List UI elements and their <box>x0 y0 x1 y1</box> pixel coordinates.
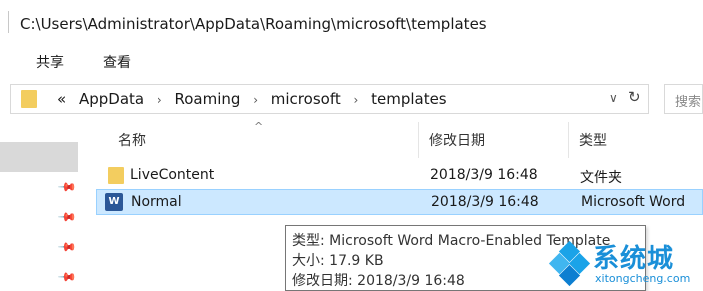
ribbon: 共享 查看 <box>0 44 703 78</box>
tab-view[interactable]: 查看 <box>103 52 131 72</box>
column-divider[interactable] <box>568 122 569 158</box>
breadcrumb-overflow[interactable]: « <box>57 90 66 108</box>
breadcrumb: « AppData › Roaming › microsoft › templa… <box>57 90 455 108</box>
search-input[interactable]: 搜索 <box>664 84 703 114</box>
chevron-right-icon[interactable]: › <box>354 93 359 107</box>
nav-selected-item[interactable] <box>0 142 78 172</box>
breadcrumb-roaming[interactable]: Roaming <box>174 90 240 108</box>
tooltip-size: 大小: 17.9 KB <box>292 253 384 269</box>
title-divider <box>8 11 9 33</box>
search-placeholder: 搜索 <box>675 95 702 110</box>
column-date[interactable]: 修改日期 <box>429 130 485 150</box>
address-bar[interactable]: « AppData › Roaming › microsoft › templa… <box>10 84 649 114</box>
tab-share[interactable]: 共享 <box>36 52 64 72</box>
chevron-right-icon[interactable]: › <box>253 93 258 107</box>
tooltip-date: 修改日期: 2018/3/9 16:48 <box>292 273 465 289</box>
file-type: Microsoft Word <box>581 194 686 210</box>
column-name[interactable]: 名称 <box>118 130 146 150</box>
breadcrumb-templates[interactable]: templates <box>371 90 447 108</box>
chevron-right-icon[interactable]: › <box>157 93 162 107</box>
column-header: ^ 名称 修改日期 类型 <box>90 120 703 158</box>
breadcrumb-appdata[interactable]: AppData <box>79 90 144 108</box>
pin-icon[interactable]: 📌 <box>57 207 77 227</box>
refresh-icon[interactable]: ↻ <box>628 88 641 106</box>
folder-icon <box>108 167 124 184</box>
watermark-logo: 系统城 xitongcheng.com <box>548 232 703 291</box>
file-row-normal[interactable]: W Normal 2018/3/9 16:48 Microsoft Word <box>96 189 703 215</box>
pin-icon[interactable]: 📌 <box>57 177 77 197</box>
pin-icon[interactable]: 📌 <box>57 267 77 287</box>
file-row-livecontent[interactable]: LiveContent 2018/3/9 16:48 文件夹 <box>96 163 703 189</box>
file-name: LiveContent <box>130 167 215 183</box>
file-name: Normal <box>131 194 182 210</box>
column-type[interactable]: 类型 <box>579 130 607 150</box>
chevron-down-icon[interactable]: ∨ <box>609 91 618 105</box>
title-bar: C:\Users\Administrator\AppData\Roaming\m… <box>0 0 703 44</box>
breadcrumb-microsoft[interactable]: microsoft <box>271 90 341 108</box>
file-date: 2018/3/9 16:48 <box>431 194 539 210</box>
watermark-url: xitongcheng.com <box>595 272 691 285</box>
folder-icon <box>21 90 37 108</box>
word-template-icon: W <box>105 193 123 211</box>
watermark-text: 系统城 <box>593 244 675 274</box>
window-title: C:\Users\Administrator\AppData\Roaming\m… <box>20 15 487 33</box>
sort-ascending-icon: ^ <box>254 120 264 133</box>
column-divider[interactable] <box>418 122 419 158</box>
pin-icon[interactable]: 📌 <box>57 237 77 257</box>
navigation-pane: 📌 📌 📌 📌 <box>0 120 90 291</box>
file-type: 文件夹 <box>580 170 622 186</box>
file-date: 2018/3/9 16:48 <box>430 167 538 183</box>
